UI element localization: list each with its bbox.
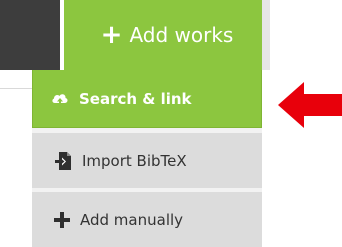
menu-item-label: Import BibTeX: [82, 151, 187, 170]
header-right-strip: [262, 0, 270, 70]
menu-item-import-bibtex[interactable]: Import BibTeX: [32, 133, 262, 188]
plus-icon: +: [100, 20, 123, 50]
red-arrow-icon: [278, 82, 342, 128]
menu-item-label: Search & link: [79, 89, 192, 108]
add-works-dropdown-menu: Search & link Import BibTeX Add manually: [32, 70, 262, 247]
dark-header-block: [0, 0, 60, 70]
screenshot-stage: + Add works Search & link Import BibTeX …: [0, 0, 342, 247]
add-works-label: Add works: [129, 23, 234, 47]
add-works-button[interactable]: + Add works: [64, 0, 262, 70]
menu-item-search-link[interactable]: Search & link: [32, 70, 262, 128]
cloud-icon: [51, 91, 69, 107]
import-file-icon: [54, 151, 72, 171]
menu-item-add-manually[interactable]: Add manually: [32, 192, 262, 247]
menu-item-label: Add manually: [80, 210, 184, 229]
plus-icon: [54, 211, 70, 228]
